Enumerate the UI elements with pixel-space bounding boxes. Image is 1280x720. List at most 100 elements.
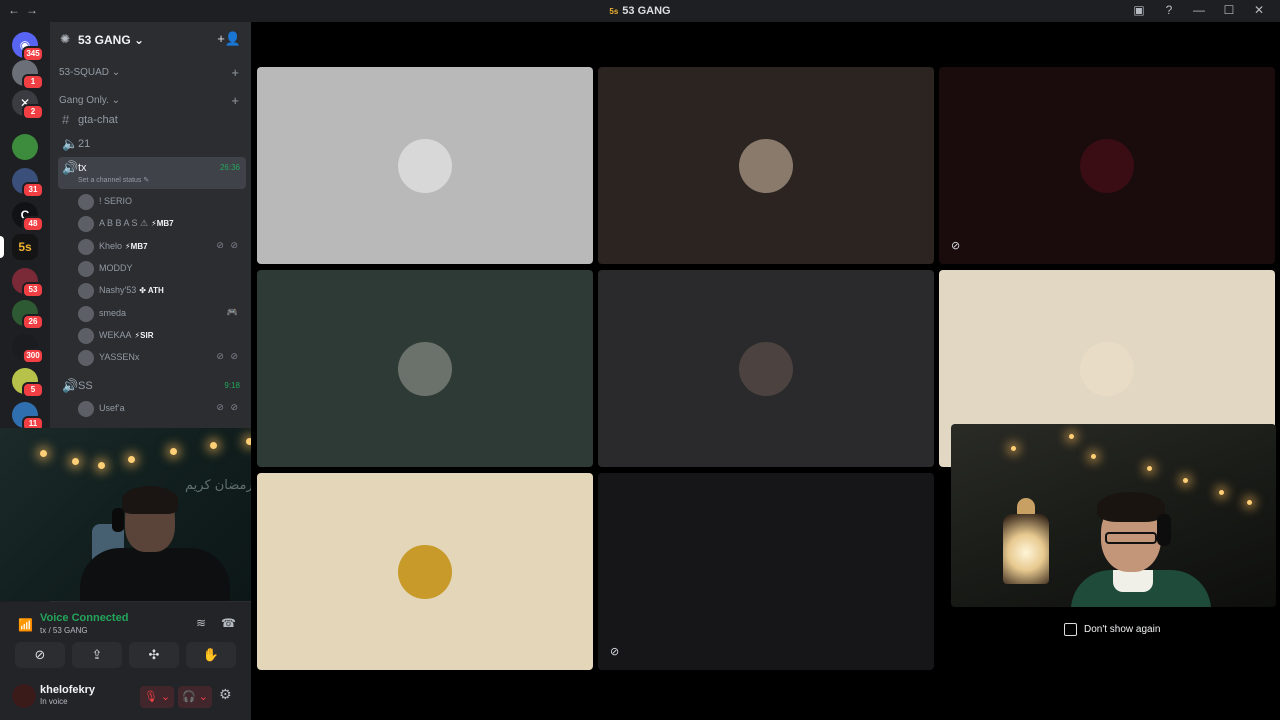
voice-active-icon: 🔊 — [62, 378, 79, 393]
server-icon-server-1[interactable]: 1 — [12, 60, 44, 90]
streamer-body — [80, 548, 230, 601]
camera-off-icon: ⊘ — [951, 240, 961, 252]
mention-badge: 1 — [22, 74, 44, 90]
voice-user[interactable]: YASSENx ⊘ ⊘ — [78, 348, 246, 368]
create-channel-icon[interactable]: + — [231, 93, 239, 108]
voice-user[interactable]: A B B A S ⚠ ⚡MB7 — [78, 214, 246, 234]
participant-avatar — [398, 139, 452, 193]
activity-icon: 🎮 — [226, 306, 238, 317]
voice-user-name: Nashy'53 ✤ ATH — [99, 285, 164, 296]
server-icon-server-10[interactable]: 5 — [12, 368, 44, 398]
checkbox-box[interactable] — [1064, 623, 1077, 636]
window-controls: ▣ ? — ☐ ✕ — [1124, 3, 1274, 17]
channel-gta-chat[interactable]: # gta-chat — [58, 109, 246, 131]
server-icon-server-3[interactable] — [12, 134, 38, 160]
avatar — [78, 194, 94, 210]
avatar — [78, 305, 94, 322]
webcam-overlay-right — [951, 424, 1276, 607]
voice-connected-title[interactable]: Voice Connected — [40, 612, 128, 624]
server-icon-mini: 5s — [609, 7, 619, 16]
voice-user-name: MODDY — [99, 262, 133, 273]
text-channel-icon: # — [62, 112, 70, 127]
mic-muted-button[interactable]: 🎙 ⌄ — [140, 686, 174, 708]
server-icon-server-5[interactable]: C 48 — [12, 202, 44, 232]
channel-label: gta-chat — [78, 114, 118, 126]
avatar — [78, 327, 94, 344]
voice-duration: 26:36 — [219, 163, 240, 172]
disconnect-icon[interactable]: ☎ — [221, 616, 236, 630]
create-channel-icon[interactable]: + — [231, 65, 239, 80]
server-icon-server-7[interactable]: 53 — [12, 268, 44, 298]
gear-icon[interactable]: ⚙ — [219, 686, 232, 703]
voice-user[interactable]: Nashy'53 ✤ ATH — [78, 281, 246, 301]
participant-tile[interactable]: ⊘ — [939, 67, 1275, 264]
server-icon-direct-messages[interactable]: ◉ 345 — [12, 32, 44, 62]
signal-icon[interactable]: 📶 — [18, 618, 33, 632]
voice-user-name: Khelo ⚡MB7 — [99, 240, 148, 251]
voice-user[interactable]: MODDY — [78, 259, 246, 279]
server-icon-server-8[interactable]: 26 — [12, 300, 44, 330]
participant-tile[interactable] — [257, 473, 593, 670]
channel-21[interactable]: 🔈 21 — [58, 133, 246, 155]
headset — [1157, 514, 1171, 546]
checkbox-label: Don't show again — [1084, 624, 1161, 635]
voice-user[interactable]: ! SERIO — [78, 192, 246, 212]
string-lights — [951, 424, 1258, 505]
participant-tile[interactable] — [257, 67, 593, 264]
channel-label: 21 — [78, 138, 91, 150]
maximize-button[interactable]: ☐ — [1214, 3, 1244, 17]
voice-active-icon: 🔊 — [62, 160, 79, 175]
voice-connected-panel: 📶 Voice Connected tx / 53 GANG ≋ ☎ ⊘ ⇪ ✣… — [0, 602, 251, 676]
voice-user-name: YASSENx — [99, 352, 140, 363]
server-icon-server-11[interactable]: 11 — [12, 402, 44, 432]
activities-button[interactable]: ✣ — [129, 642, 179, 668]
server-icon-server-4[interactable]: 31 — [12, 168, 44, 198]
voice-user-name: smeda — [99, 307, 127, 318]
category-53-squad[interactable]: 53-SQUAD ⌄ — [59, 67, 120, 78]
invite-user-icon[interactable]: +👤 — [217, 31, 241, 47]
voice-user-name: Usef’a — [99, 403, 125, 413]
channel-status[interactable]: Set a channel status ✎ — [78, 176, 149, 184]
participant-tile[interactable] — [598, 67, 934, 264]
participant-avatar — [739, 545, 793, 599]
minimize-button[interactable]: — — [1184, 3, 1214, 17]
help-icon[interactable]: ? — [1154, 3, 1184, 17]
channel-tx[interactable]: 🔊 tx 26:36 Set a channel status ✎ — [58, 157, 246, 189]
participant-tile[interactable] — [598, 270, 934, 467]
guild-settings-icon: ✺ — [60, 32, 71, 46]
screen-share-button[interactable]: ⇪ — [72, 642, 122, 668]
guild-header[interactable]: ✺ 53 GANG ⌄ +👤 — [50, 22, 251, 56]
server-icon-53-gang[interactable]: 5s — [12, 234, 38, 260]
muted-deafened-icon: ⊘ ⊘ — [216, 351, 240, 362]
inbox-icon[interactable]: ▣ — [1124, 3, 1154, 17]
close-button[interactable]: ✕ — [1244, 3, 1274, 17]
user-status: In voice — [40, 697, 68, 706]
participant-avatar — [1080, 139, 1134, 193]
avatar — [78, 238, 94, 255]
channel-ss[interactable]: 🔊 SS 9:18 — [58, 375, 246, 397]
voice-user[interactable]: smeda 🎮 — [78, 304, 246, 324]
voice-user[interactable]: Khelo ⚡MB7 ⊘ ⊘ — [78, 237, 246, 257]
headset-deafened-button[interactable]: 🎧 ⌄ — [178, 686, 212, 708]
noise-suppression-icon[interactable]: ≋ — [196, 616, 206, 630]
participant-tile[interactable] — [257, 270, 593, 467]
mention-badge: 5 — [22, 382, 44, 398]
voice-user[interactable]: WEKAA ⚡SIR — [78, 326, 246, 346]
participant-avatar — [398, 342, 452, 396]
avatar[interactable] — [12, 684, 36, 708]
participant-tile[interactable]: ⊘ — [598, 473, 934, 670]
voice-user[interactable]: Usef’a ⊘ ⊘ — [78, 399, 246, 419]
category-gang-only[interactable]: Gang Only. ⌄ — [59, 95, 120, 106]
streamer-hair — [1097, 492, 1165, 522]
avatar — [78, 350, 94, 367]
username[interactable]: khelofekry — [40, 684, 95, 696]
window-title: 5s 53 GANG — [0, 5, 1280, 17]
soundboard-button[interactable]: ✋ — [186, 642, 236, 668]
guild-name: 53 GANG ⌄ — [78, 33, 145, 47]
server-icon-server-2[interactable]: ✕ 2 — [12, 90, 44, 120]
voice-channel-path[interactable]: tx / 53 GANG — [40, 626, 88, 635]
camera-toggle-button[interactable]: ⊘ — [15, 642, 65, 668]
mention-badge: 48 — [22, 216, 44, 232]
user-panel: khelofekry In voice 🎙 ⌄ 🎧 ⌄ ⚙ — [0, 676, 251, 720]
server-icon-server-9[interactable]: 300 — [12, 334, 44, 364]
